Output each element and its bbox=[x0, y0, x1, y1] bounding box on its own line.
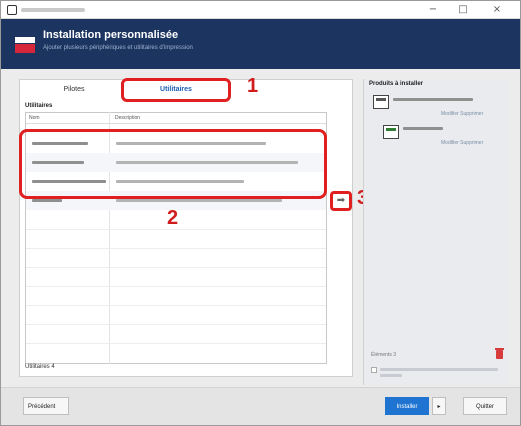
previous-button[interactable]: Précédent bbox=[23, 397, 69, 415]
selection-highlight bbox=[19, 129, 327, 199]
utility-name-blurred bbox=[32, 199, 62, 202]
maximize-button[interactable]: □ bbox=[449, 2, 477, 18]
checkbox-label-blurred bbox=[380, 368, 498, 371]
callout-1: 1 bbox=[247, 75, 259, 97]
elements-count: Éléments 3 bbox=[371, 352, 397, 358]
empty-row-line bbox=[26, 305, 326, 306]
checkbox-label-blurred bbox=[380, 374, 402, 377]
header-title: Installation personnalisée bbox=[43, 29, 179, 41]
utilities-count: Utilitaires 4 bbox=[25, 364, 55, 370]
add-to-install-button[interactable]: ➡ bbox=[330, 191, 352, 211]
product-actions[interactable]: Modifier Supprimer bbox=[441, 140, 483, 146]
callout-2: 2 bbox=[167, 207, 179, 229]
minimize-button[interactable]: − bbox=[419, 2, 447, 18]
empty-row-line bbox=[26, 324, 326, 325]
install-button[interactable]: Installer bbox=[385, 397, 429, 415]
printer-icon bbox=[373, 95, 389, 109]
trash-icon[interactable] bbox=[495, 348, 504, 359]
product-name-blurred bbox=[393, 98, 473, 101]
header-divider bbox=[26, 123, 326, 124]
utility-description-blurred bbox=[116, 199, 282, 202]
printer-app-icon bbox=[383, 125, 399, 139]
installer-window: − □ × Installation personnalisée Ajouter… bbox=[0, 0, 521, 426]
product-name-blurred bbox=[403, 127, 443, 130]
tab-utilities[interactable]: Utilitaires bbox=[121, 78, 231, 102]
products-title: Produits à installer bbox=[369, 81, 424, 87]
empty-row-line bbox=[26, 286, 326, 287]
empty-row-line bbox=[26, 343, 326, 344]
product-actions[interactable]: Modifier Supprimer bbox=[441, 111, 483, 117]
header-subtitle: Ajouter plusieurs périphériques et utili… bbox=[43, 45, 193, 51]
quit-button[interactable]: Quitter bbox=[463, 397, 507, 415]
window-title-blurred bbox=[21, 8, 85, 12]
empty-row-line bbox=[26, 267, 326, 268]
title-bar: − □ × bbox=[1, 1, 520, 19]
header-banner: Installation personnalisée Ajouter plusi… bbox=[1, 19, 520, 69]
option-checkbox[interactable] bbox=[371, 367, 377, 373]
column-header-description[interactable]: Description bbox=[115, 115, 140, 121]
app-icon bbox=[7, 5, 17, 15]
installer-logo-icon bbox=[15, 37, 35, 53]
install-options-dropdown[interactable]: ▸ bbox=[432, 397, 446, 415]
close-button[interactable]: × bbox=[483, 2, 511, 18]
tab-drivers[interactable]: Pilotes bbox=[29, 81, 119, 99]
column-header-name[interactable]: Nom bbox=[29, 115, 40, 121]
empty-row-line bbox=[26, 248, 326, 249]
utilities-section-label: Utilitaires bbox=[25, 103, 53, 109]
